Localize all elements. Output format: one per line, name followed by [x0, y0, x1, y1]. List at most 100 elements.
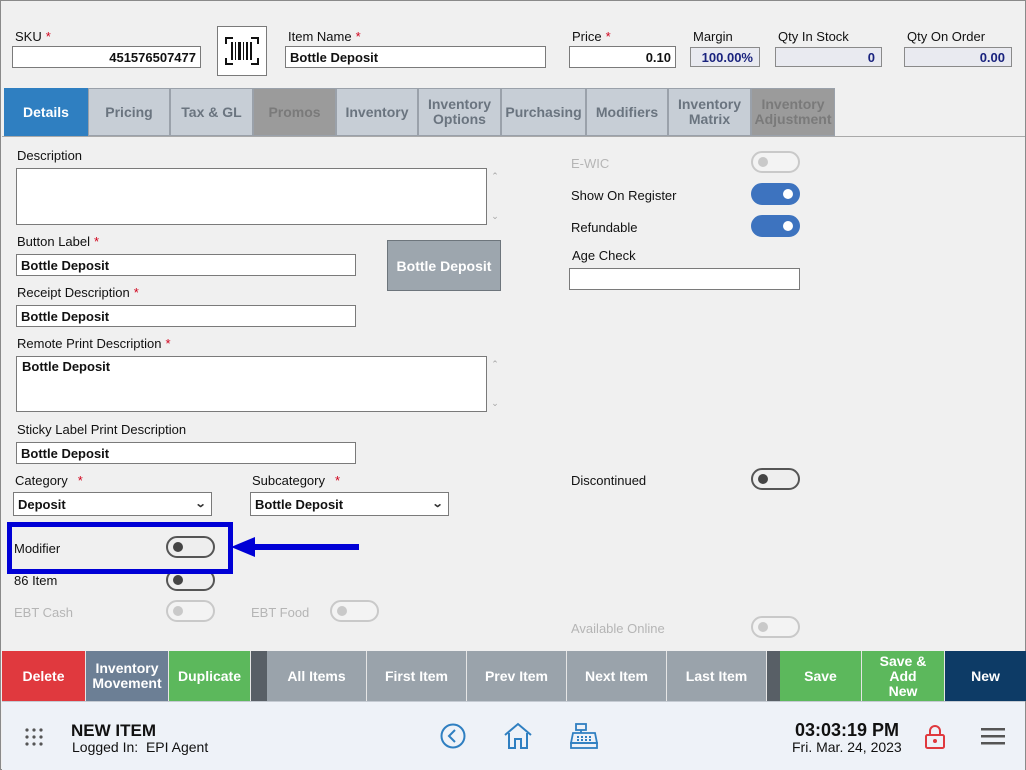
tab-tax-gl[interactable]: Tax & GL: [170, 88, 253, 136]
action-separator: [251, 651, 267, 701]
scroll-up-icon[interactable]: ⌃: [490, 171, 500, 182]
item-name-input[interactable]: Bottle Deposit: [285, 46, 546, 68]
toggle-knob: [783, 221, 793, 231]
delete-button[interactable]: Delete: [2, 651, 86, 701]
cash-register-icon[interactable]: [570, 723, 598, 749]
description-label: Description: [17, 148, 83, 163]
price-input[interactable]: 0.10: [569, 46, 676, 68]
scroll-down-icon[interactable]: ⌄: [490, 398, 500, 409]
chevron-down-icon: ⌄: [194, 498, 207, 510]
category-value: Deposit: [18, 497, 66, 512]
sticky-label-print-description-input[interactable]: Bottle Deposit: [16, 442, 356, 464]
refundable-label: Refundable: [571, 220, 638, 235]
save-button[interactable]: Save: [780, 651, 862, 701]
scroll-down-icon[interactable]: ⌄: [490, 211, 500, 222]
subcategory-value: Bottle Deposit: [255, 497, 344, 512]
barcode-button[interactable]: [217, 26, 267, 76]
sticky-label-print-description-label: Sticky Label Print Description: [17, 422, 187, 437]
button-label-label: Button Label *: [17, 234, 100, 249]
ewic-label: E-WIC: [571, 156, 610, 171]
ebt-cash-label: EBT Cash: [14, 605, 74, 620]
tab-inventory-options[interactable]: Inventory Options: [418, 88, 501, 136]
margin-label: Margin: [693, 29, 733, 44]
subcategory-label: Subcategory *: [252, 473, 341, 488]
action-separator: [767, 651, 780, 701]
tab-inventory-matrix[interactable]: Inventory Matrix: [668, 88, 751, 136]
logged-in-user: EPI Agent: [145, 739, 209, 755]
sku-label: SKU *: [15, 29, 51, 44]
menu-icon[interactable]: [981, 727, 1005, 745]
available-online-label: Available Online: [571, 621, 665, 636]
age-check-label: Age Check: [572, 248, 636, 263]
show-on-register-label: Show On Register: [571, 188, 677, 203]
home-icon[interactable]: [503, 722, 533, 750]
description-textarea[interactable]: [16, 168, 487, 225]
tab-pricing[interactable]: Pricing: [88, 88, 170, 136]
annotation-arrow-icon: [231, 537, 359, 557]
apps-grid-icon[interactable]: [25, 728, 43, 746]
toggle-knob: [337, 606, 347, 616]
category-select[interactable]: Deposit ⌄: [13, 492, 212, 516]
remote-print-description-text: Bottle Deposit: [22, 359, 111, 374]
qty-in-stock-label: Qty In Stock: [778, 29, 849, 44]
barcode-icon: [225, 37, 259, 65]
discontinued-label: Discontinued: [571, 473, 647, 488]
first-item-button[interactable]: First Item: [367, 651, 467, 701]
toggle-knob: [758, 157, 768, 167]
ebt-cash-toggle[interactable]: [166, 600, 215, 622]
tab-purchasing[interactable]: Purchasing: [501, 88, 586, 136]
toggle-knob: [758, 474, 768, 484]
tab-promos[interactable]: Promos: [253, 88, 336, 136]
next-item-button[interactable]: Next Item: [567, 651, 667, 701]
show-on-register-toggle[interactable]: [751, 183, 800, 205]
lock-icon[interactable]: [924, 724, 946, 750]
description-text: [17, 169, 486, 173]
item-name-label: Item Name *: [288, 29, 361, 44]
new-button[interactable]: New: [945, 651, 1026, 701]
last-item-button[interactable]: Last Item: [667, 651, 767, 701]
annotation-highlight-box: [7, 522, 233, 574]
margin-value: 100.00%: [690, 47, 760, 67]
save-add-new-button[interactable]: Save & Add New: [862, 651, 945, 701]
toggle-knob: [173, 606, 183, 616]
item-86-label: 86 Item: [14, 573, 58, 588]
prev-item-button[interactable]: Prev Item: [467, 651, 567, 701]
footer-title: NEW ITEM: [71, 721, 156, 740]
discontinued-toggle[interactable]: [751, 468, 800, 490]
tab-modifiers[interactable]: Modifiers: [586, 88, 668, 136]
remote-print-description-label: Remote Print Description *: [17, 336, 171, 351]
toggle-knob: [758, 622, 768, 632]
tab-inventory-adjustment[interactable]: Inventory Adjustment: [751, 88, 835, 136]
logged-in-info: Logged In: EPI Agent: [72, 739, 208, 755]
remote-print-description-textarea[interactable]: Bottle Deposit: [16, 356, 487, 412]
toggle-knob: [173, 575, 183, 585]
ebt-food-label: EBT Food: [251, 605, 310, 620]
button-preview[interactable]: Bottle Deposit: [387, 240, 501, 291]
receipt-description-input[interactable]: Bottle Deposit: [16, 305, 356, 327]
category-label: Category *: [15, 473, 83, 488]
subcategory-select[interactable]: Bottle Deposit ⌄: [250, 492, 449, 516]
duplicate-button[interactable]: Duplicate: [169, 651, 251, 701]
inventory-movement-button[interactable]: Inventory Movement: [86, 651, 169, 701]
toggle-knob: [783, 189, 793, 199]
price-label: Price *: [572, 29, 611, 44]
clock-date: Fri. Mar. 24, 2023: [792, 739, 902, 755]
age-check-input[interactable]: [569, 268, 800, 290]
qty-on-order-value: 0.00: [904, 47, 1012, 67]
clock-time: 03:03:19 PM: [795, 720, 900, 740]
tab-inventory[interactable]: Inventory: [336, 88, 418, 136]
all-items-button[interactable]: All Items: [267, 651, 367, 701]
ewic-toggle[interactable]: [751, 151, 800, 173]
available-online-toggle[interactable]: [751, 616, 800, 638]
chevron-down-icon: ⌄: [431, 498, 444, 510]
button-label-input[interactable]: Bottle Deposit: [16, 254, 356, 276]
sku-input[interactable]: 451576507477: [12, 46, 201, 68]
back-arrow-icon[interactable]: [440, 723, 466, 749]
tab-details[interactable]: Details: [4, 88, 88, 136]
item-editor-window: SKU * 451576507477 Item Name * Bottle Depo…: [0, 0, 1026, 770]
ebt-food-toggle[interactable]: [330, 600, 379, 622]
receipt-description-label: Receipt Description *: [17, 285, 139, 300]
refundable-toggle[interactable]: [751, 215, 800, 237]
scroll-up-icon[interactable]: ⌃: [490, 359, 500, 370]
logged-in-label: Logged In:: [72, 739, 139, 755]
